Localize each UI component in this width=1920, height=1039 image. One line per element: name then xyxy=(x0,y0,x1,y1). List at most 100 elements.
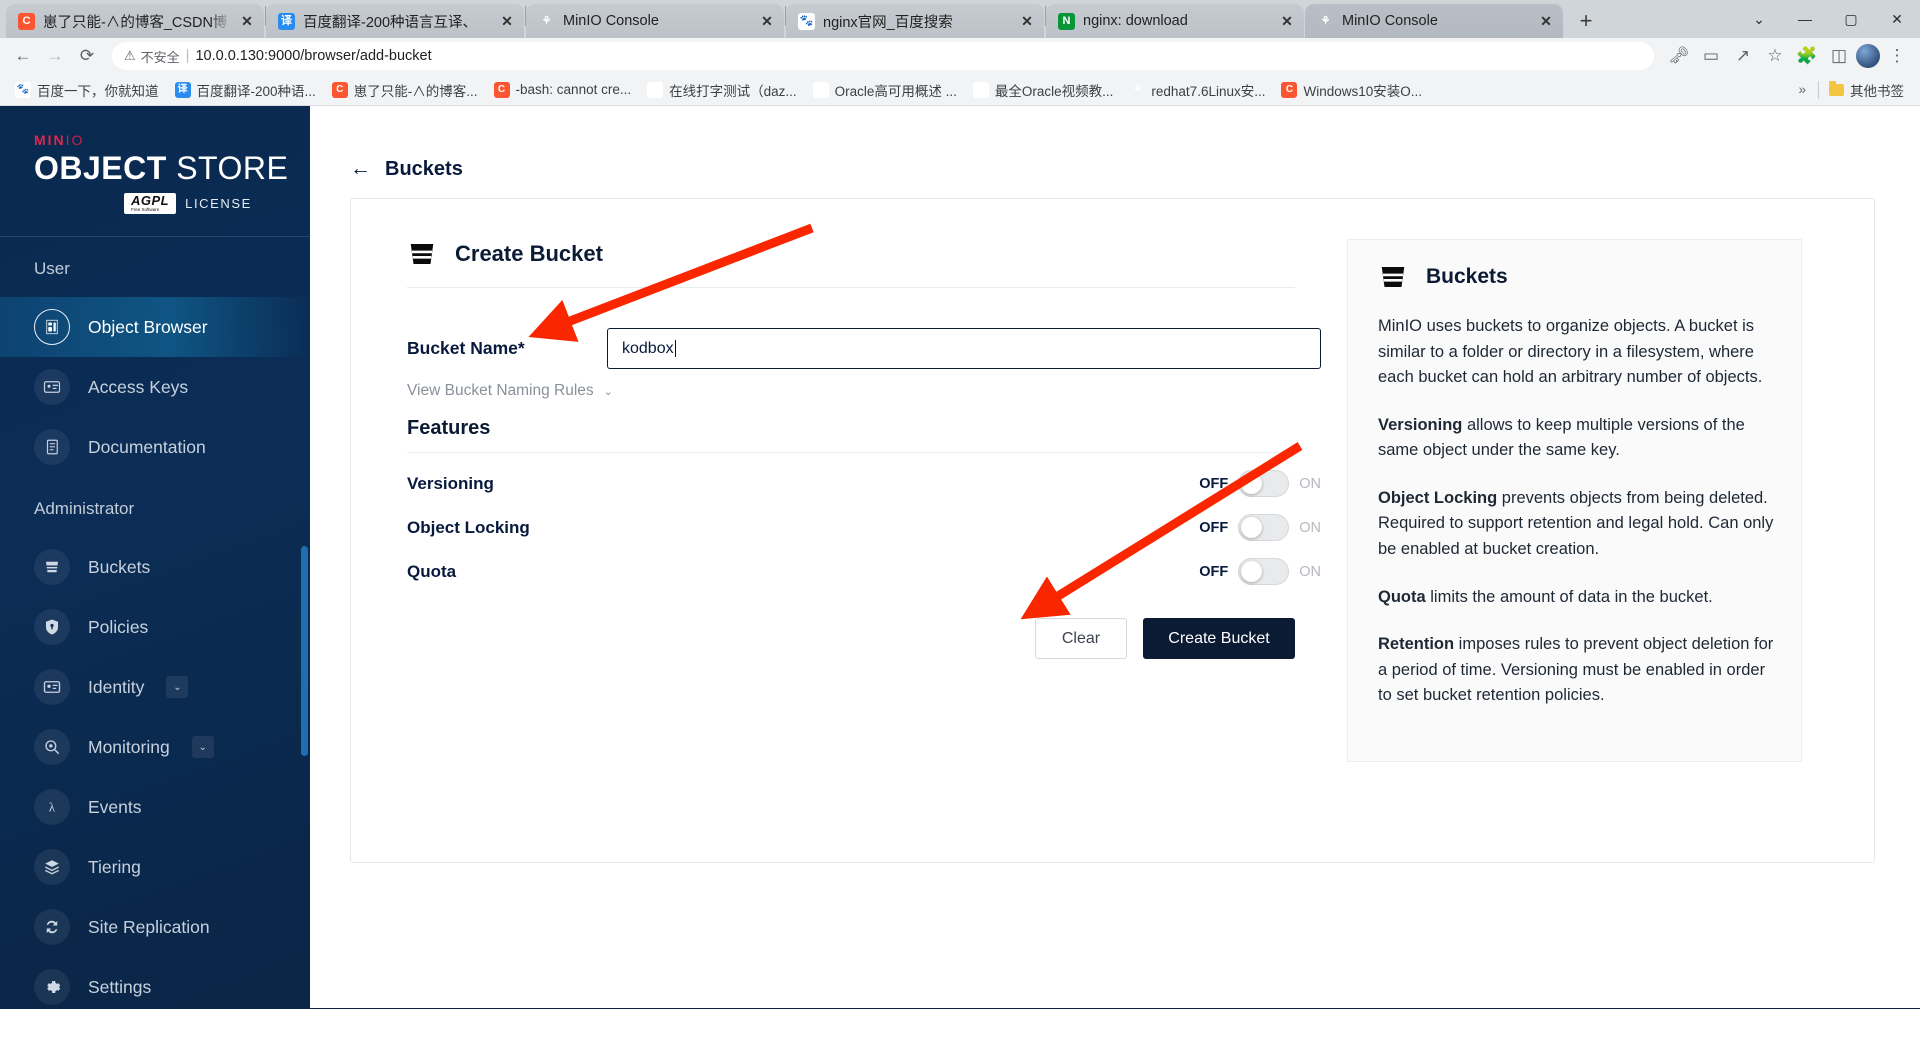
create-bucket-button[interactable]: Create Bucket xyxy=(1143,618,1295,659)
help-term: Quota xyxy=(1378,587,1426,606)
back-icon[interactable]: ← xyxy=(350,157,371,181)
sidebar-item-label: Site Replication xyxy=(88,916,210,937)
share-icon[interactable]: ↗ xyxy=(1728,41,1758,71)
sidebar-item-tiering[interactable]: Tiering xyxy=(0,837,310,897)
bookmark-item[interactable]: 译 百度翻译-200种语... xyxy=(168,77,323,103)
omnibox-separator: | xyxy=(185,48,190,64)
sidebar-scrollbar[interactable] xyxy=(301,546,308,756)
key-icon[interactable]: 🗝 xyxy=(1664,41,1694,71)
help-term: Retention xyxy=(1378,635,1455,654)
not-secure-label: 不安全 xyxy=(140,49,180,65)
chevron-down-icon[interactable]: ⌄ xyxy=(166,676,189,699)
close-icon[interactable]: ✕ xyxy=(758,12,776,30)
csdn-icon: C xyxy=(18,12,35,30)
sidebar-item-buckets[interactable]: Buckets xyxy=(0,537,310,597)
sidebar-item-object-browser[interactable]: Object Browser xyxy=(0,297,310,358)
reload-icon[interactable]: ⟳ xyxy=(72,41,102,71)
star-icon[interactable]: ☆ xyxy=(1760,41,1790,71)
browser-tab[interactable]: C 崽了只能-∧的博客_CSDN博 ✕ xyxy=(6,4,264,38)
minimize-button[interactable]: — xyxy=(1782,0,1828,38)
object-store-wordmark: OBJECT STORE xyxy=(34,150,289,186)
page-title: Buckets xyxy=(385,157,463,180)
sidebar-item-settings[interactable]: Settings xyxy=(0,957,310,1009)
chrome-menu-caret-icon[interactable]: ⌄ xyxy=(1736,0,1782,38)
toggle-on-label: ON xyxy=(1299,475,1321,492)
sidebar-item-documentation[interactable]: Documentation xyxy=(0,417,310,477)
new-tab-button[interactable]: + xyxy=(1570,6,1602,36)
side-panel-icon[interactable]: ◫ xyxy=(1824,41,1854,71)
cast-icon[interactable]: ▭ xyxy=(1696,41,1726,71)
brand-logo[interactable]: MINIO OBJECT STORE AGPL Free Software LIC… xyxy=(0,106,310,238)
browser-tab[interactable]: ⚘ MinIO Console ✕ xyxy=(526,4,784,38)
sidebar-item-label: Documentation xyxy=(88,436,206,457)
sidebar-item-events[interactable]: λ Events xyxy=(0,777,310,837)
toggle-switch[interactable] xyxy=(1238,470,1290,497)
maximize-button[interactable]: ▢ xyxy=(1828,0,1874,38)
bookmark-item[interactable]: 🐾 百度一下，你就知道 xyxy=(8,77,166,103)
sidebar-item-access-keys[interactable]: Access Keys xyxy=(0,357,310,417)
sidebar-item-policies[interactable]: Policies xyxy=(0,597,310,657)
bucket-name-input[interactable]: kodbox xyxy=(607,328,1321,369)
browser-tab[interactable]: N nginx: download ✕ xyxy=(1046,4,1304,38)
tab-title: 崽了只能-∧的博客_CSDN博 xyxy=(43,14,228,31)
browser-tab[interactable]: 译 百度翻译-200种语言互译、 ✕ xyxy=(266,4,524,38)
window-bottom-edge xyxy=(310,1008,1920,1009)
view-bucket-naming-rules[interactable]: View Bucket Naming Rules ⌄ xyxy=(381,369,1321,400)
chevron-down-icon: ⌄ xyxy=(603,385,613,398)
close-icon[interactable]: ✕ xyxy=(238,12,256,30)
object-locking-toggle[interactable]: OFF ON xyxy=(1199,514,1321,541)
bookmarks-overflow-icon[interactable]: » xyxy=(1788,82,1816,97)
three-dot-menu-icon[interactable]: ⋮ xyxy=(1882,41,1912,71)
clear-button[interactable]: Clear xyxy=(1035,618,1127,659)
sidebar-item-label: Buckets xyxy=(88,556,151,577)
bookmark-item[interactable]: ⌨ 在线打字测试（daz... xyxy=(640,77,804,103)
bookmark-label: 百度一下，你就知道 xyxy=(37,83,159,99)
browser-tab-active[interactable]: ⚘ MinIO Console ✕ xyxy=(1305,4,1563,38)
sidebar-item-site-replication[interactable]: Site Replication xyxy=(0,897,310,957)
bookmark-label: 在线打字测试（daz... xyxy=(669,83,797,99)
close-icon[interactable]: ✕ xyxy=(498,12,516,30)
window-controls: ⌄ — ▢ ✕ xyxy=(1736,0,1920,38)
quota-toggle[interactable]: OFF ON xyxy=(1199,558,1321,585)
forward-icon[interactable]: → xyxy=(40,41,70,71)
create-bucket-form: Create Bucket Bucket Name* kodbox View B… xyxy=(381,225,1321,822)
toggle-knob xyxy=(1241,561,1263,582)
bookmark-item[interactable]: ▤ Oracle高可用概述 ... xyxy=(806,77,964,103)
other-bookmarks-folder[interactable]: 其他书签 xyxy=(1821,77,1912,103)
address-bar[interactable]: ⚠ 不安全 | 10.0.0.130:9000/browser/add-buck… xyxy=(112,42,1654,70)
other-bookmarks-label: 其他书签 xyxy=(1850,83,1904,99)
toggle-switch[interactable] xyxy=(1238,558,1290,585)
puzzle-icon[interactable]: 🧩 xyxy=(1792,41,1822,71)
sidebar-item-identity[interactable]: Identity ⌄ xyxy=(0,657,310,717)
sidebar-item-monitoring[interactable]: Monitoring ⌄ xyxy=(0,717,310,777)
folder-icon xyxy=(1829,80,1844,96)
toggle-switch[interactable] xyxy=(1238,514,1290,541)
object-browser-icon xyxy=(34,309,70,346)
versioning-toggle[interactable]: OFF ON xyxy=(1199,470,1321,497)
bookmark-item[interactable]: ▤ 最全Oracle视频教... xyxy=(966,77,1121,103)
bookmark-item[interactable]: C Windows10安装O... xyxy=(1274,77,1429,103)
bookmark-label: 最全Oracle视频教... xyxy=(994,83,1114,99)
bucket-icon xyxy=(410,244,434,264)
site-replication-icon xyxy=(34,909,70,946)
bookmark-label: -bash: cannot cre... xyxy=(515,82,632,97)
bookmark-item[interactable]: C -bash: cannot cre... xyxy=(487,79,639,101)
chevron-down-icon[interactable]: ⌄ xyxy=(191,736,214,759)
close-icon[interactable]: ✕ xyxy=(1537,12,1555,30)
close-icon[interactable]: ✕ xyxy=(1278,12,1296,30)
versioning-row: Versioning OFF ON xyxy=(381,453,1321,497)
close-icon[interactable]: ✕ xyxy=(1018,12,1036,30)
svg-text:λ: λ xyxy=(49,801,56,815)
tab-title: nginx: download xyxy=(1083,13,1188,29)
bookmark-item[interactable]: ⚘ redhat7.6Linux安... xyxy=(1122,77,1272,103)
close-window-button[interactable]: ✕ xyxy=(1874,0,1920,38)
browser-tab[interactable]: 🐾 nginx官网_百度搜索 ✕ xyxy=(786,4,1044,38)
gear-icon xyxy=(34,969,70,1006)
not-secure-icon[interactable]: ⚠ 不安全 xyxy=(124,47,180,66)
avatar[interactable] xyxy=(1856,44,1880,68)
toggle-knob xyxy=(1241,517,1263,538)
bookmark-item[interactable]: C 崽了只能-∧的博客... xyxy=(325,77,485,103)
back-icon[interactable]: ← xyxy=(8,41,38,71)
sidebar-item-label: Access Keys xyxy=(88,376,189,397)
bookmark-label: 崽了只能-∧的博客... xyxy=(353,83,478,99)
